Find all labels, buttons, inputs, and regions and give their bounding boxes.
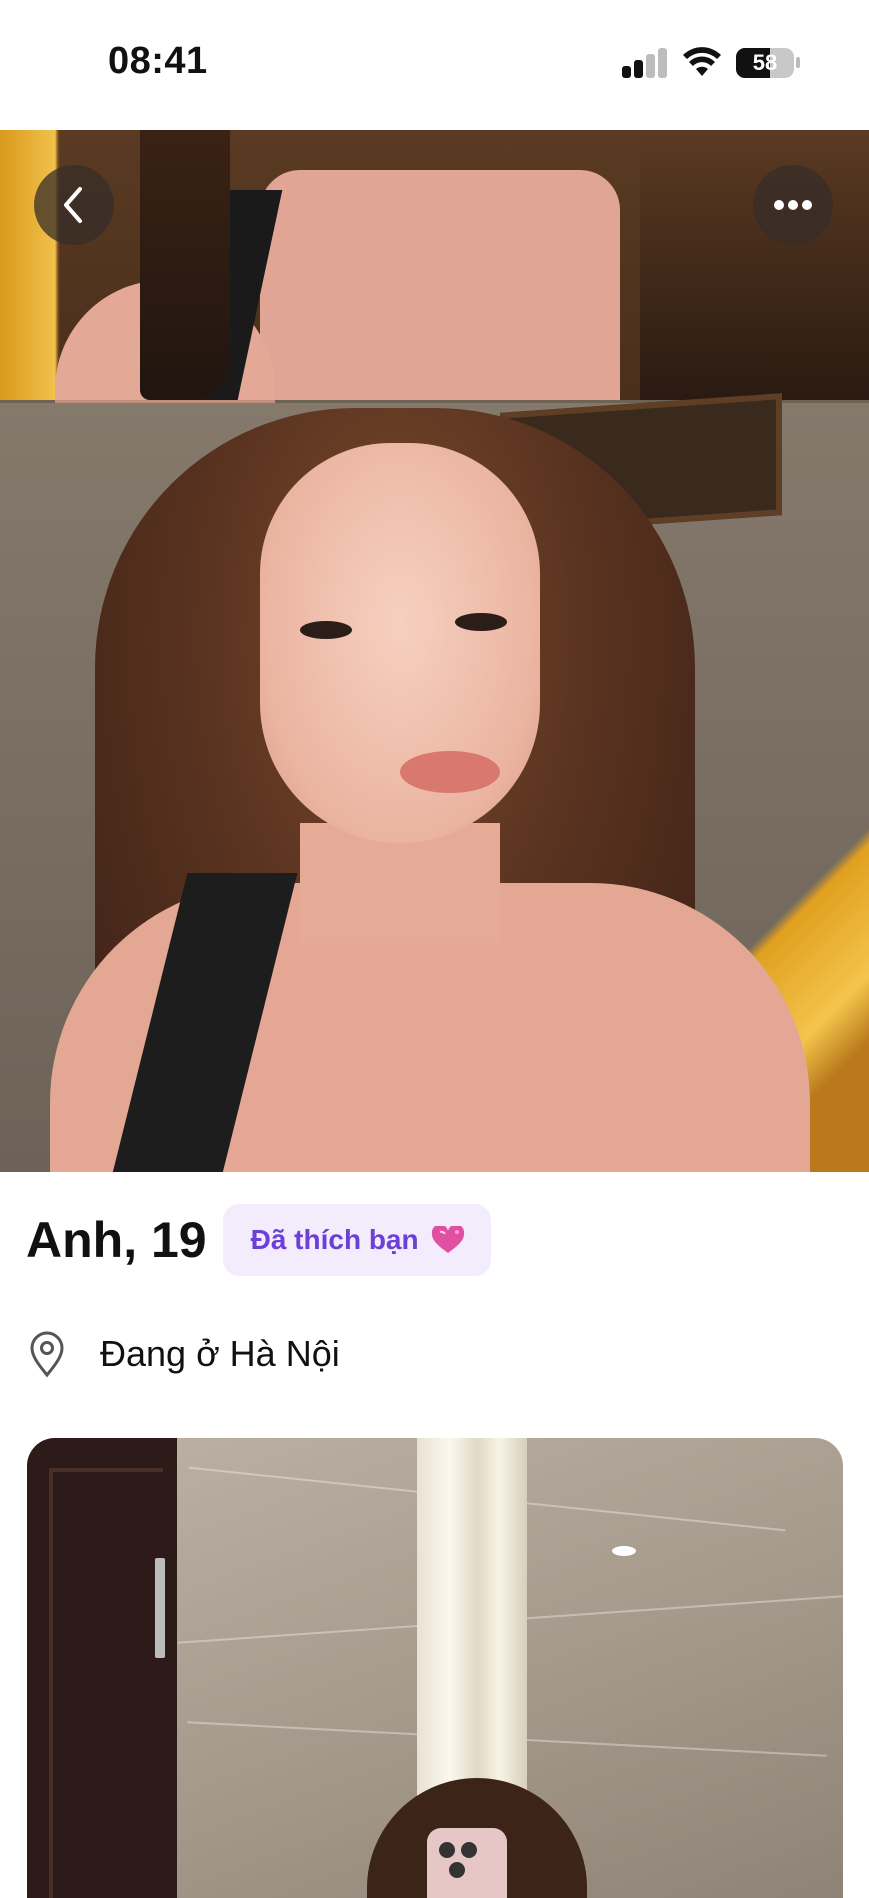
cellular-signal-icon xyxy=(622,48,668,78)
liked-you-badge: Đã thích bạn xyxy=(222,1204,491,1276)
chevron-left-icon xyxy=(64,187,82,223)
profile-photo-gallery[interactable] xyxy=(0,130,869,1172)
location-row: Đang ở Hà Nội xyxy=(26,1328,340,1380)
heart-icon xyxy=(431,1226,464,1253)
profile-name-row: Anh, 19 Đã thích bạn xyxy=(26,1200,491,1280)
status-bar: 08:41 58 xyxy=(0,0,869,130)
profile-photo-previous xyxy=(0,130,869,430)
battery-percentage: 58 xyxy=(752,50,778,75)
profile-photo-main[interactable] xyxy=(0,393,869,1172)
profile-name-age: Anh, 19 xyxy=(26,1212,207,1268)
liked-you-label: Đã thích bạn xyxy=(250,1224,419,1255)
status-time: 08:41 xyxy=(108,40,208,82)
location-pin-icon xyxy=(30,1331,64,1378)
battery-icon: 58 xyxy=(736,48,794,78)
wifi-icon xyxy=(683,47,721,76)
back-button[interactable] xyxy=(34,165,114,245)
battery-nub xyxy=(796,57,800,68)
more-options-button[interactable] xyxy=(753,165,833,245)
more-horizontal-icon xyxy=(774,200,812,210)
profile-photo-secondary[interactable] xyxy=(27,1438,843,1898)
location-text: Đang ở Hà Nội xyxy=(100,1333,340,1374)
